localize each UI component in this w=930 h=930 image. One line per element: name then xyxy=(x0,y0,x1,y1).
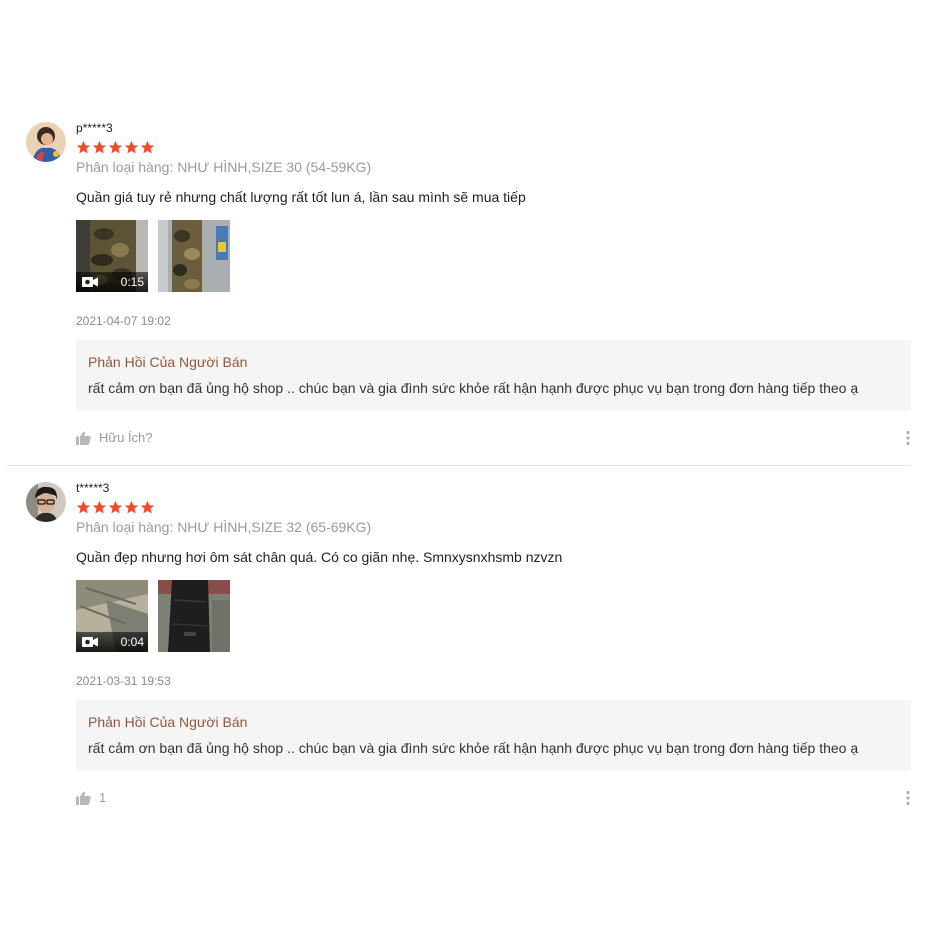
image-thumbnail[interactable] xyxy=(158,580,230,652)
seller-reply-title: Phản Hồi Của Người Bán xyxy=(88,354,248,370)
video-thumbnail[interactable]: 0:15 xyxy=(76,220,148,292)
review-divider xyxy=(6,465,911,466)
more-options-icon[interactable] xyxy=(905,790,911,806)
review-comment: Quần đẹp nhưng hơi ôm sát chân quá. Có c… xyxy=(76,549,563,565)
review-timestamp: 2021-03-31 19:53 xyxy=(76,674,171,688)
review-media: 0:04 xyxy=(76,580,230,652)
star-icon xyxy=(92,500,107,514)
star-icon xyxy=(140,500,155,514)
username: p*****3 xyxy=(76,121,113,135)
thumbs-up-icon xyxy=(76,790,91,805)
seller-reply: Phản Hồi Của Người Bán rất cảm ơn bạn đã… xyxy=(76,340,911,410)
seller-reply-title: Phản Hồi Của Người Bán xyxy=(88,714,248,730)
video-camera-icon xyxy=(82,637,98,647)
star-icon xyxy=(124,500,139,514)
review-media: 0:15 xyxy=(76,220,230,292)
star-icon xyxy=(108,500,123,514)
star-icon xyxy=(76,500,91,514)
like-button[interactable]: Hữu Ích? xyxy=(76,430,153,445)
star-icon xyxy=(76,140,91,154)
video-camera-icon xyxy=(82,277,98,287)
like-button[interactable]: 1 xyxy=(76,790,106,805)
avatar[interactable] xyxy=(26,482,66,522)
more-options-icon[interactable] xyxy=(905,430,911,446)
like-label: Hữu Ích? xyxy=(99,430,153,445)
seller-reply-text: rất cảm ơn bạn đã ủng hộ shop .. chúc bạ… xyxy=(88,380,859,396)
star-icon xyxy=(108,140,123,154)
seller-reply-text: rất cảm ơn bạn đã ủng hộ shop .. chúc bạ… xyxy=(88,740,859,756)
product-variant: Phân loại hàng: NHƯ HÌNH,SIZE 30 (54-59K… xyxy=(76,159,372,175)
video-duration: 0:15 xyxy=(120,275,144,289)
thumbs-up-icon xyxy=(76,430,91,445)
review-timestamp: 2021-04-07 19:02 xyxy=(76,314,171,328)
product-variant: Phân loại hàng: NHƯ HÌNH,SIZE 32 (65-69K… xyxy=(76,519,372,535)
video-thumbnail[interactable]: 0:04 xyxy=(76,580,148,652)
star-icon xyxy=(92,140,107,154)
star-icon xyxy=(140,140,155,154)
avatar[interactable] xyxy=(26,122,66,162)
video-duration: 0:04 xyxy=(120,635,144,649)
seller-reply: Phản Hồi Của Người Bán rất cảm ơn bạn đã… xyxy=(76,700,911,770)
username: t*****3 xyxy=(76,481,110,495)
star-icon xyxy=(124,140,139,154)
review-comment: Quần giá tuy rẻ nhưng chất lượng rất tốt… xyxy=(76,189,526,205)
like-count: 1 xyxy=(99,790,107,805)
star-rating xyxy=(76,140,155,155)
star-rating xyxy=(76,500,155,515)
image-thumbnail[interactable] xyxy=(158,220,230,292)
